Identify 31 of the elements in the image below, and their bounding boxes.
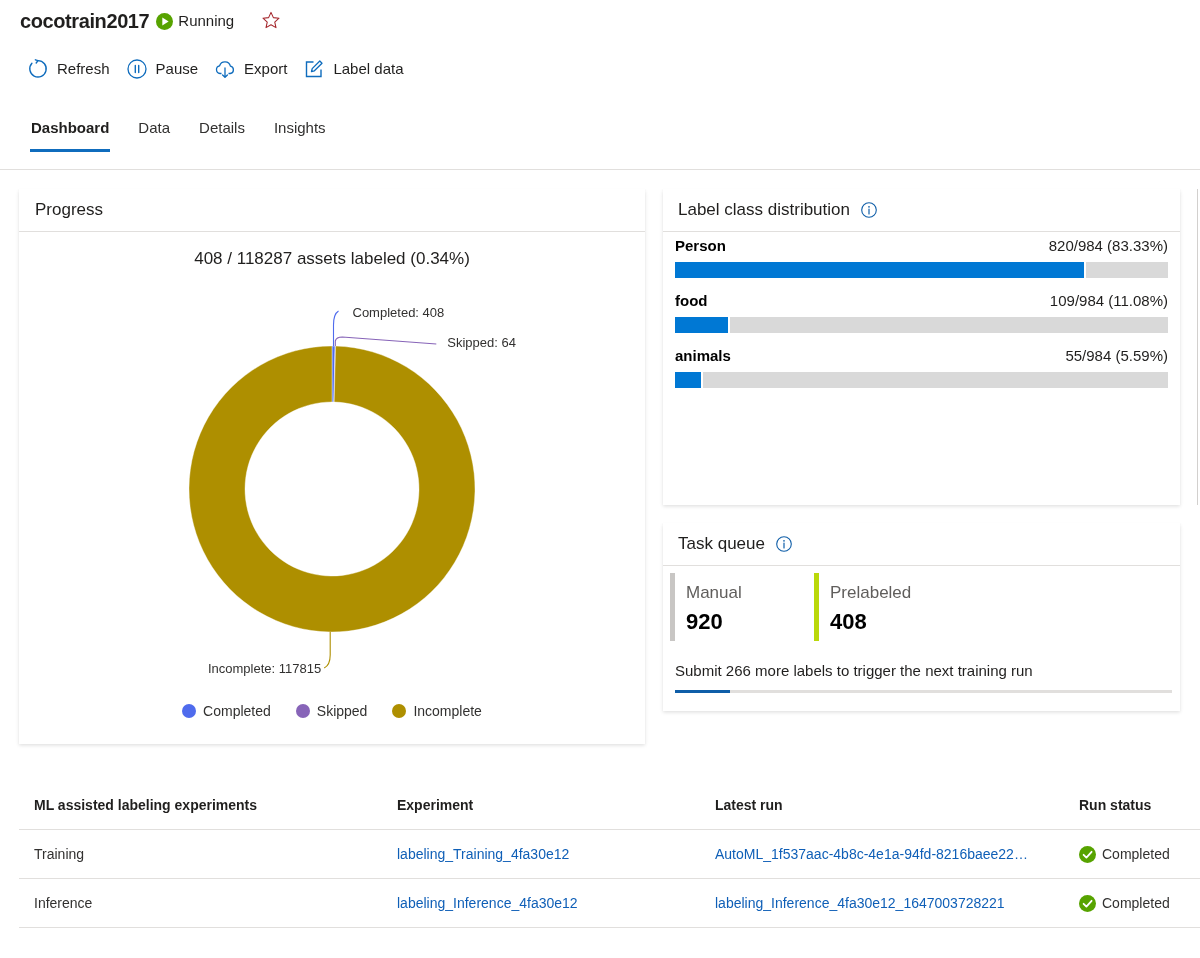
data-label: Completed: 408 bbox=[352, 305, 445, 321]
card-title: Progress bbox=[35, 199, 104, 221]
column-header: Run status bbox=[1079, 796, 1152, 813]
class-count: 820/984 (83.33%) bbox=[1048, 235, 1168, 256]
table-cell: Inference bbox=[34, 895, 93, 911]
column-header: ML assisted labeling experiments bbox=[34, 796, 258, 813]
table-cell: Training bbox=[34, 846, 85, 862]
stat-value: 920 bbox=[686, 608, 724, 636]
page-title: cocotrain2017 bbox=[20, 9, 150, 34]
stat-label: Prelabeled bbox=[830, 582, 912, 604]
column-header: Experiment bbox=[397, 796, 474, 813]
class-count: 55/984 (5.59%) bbox=[1065, 345, 1168, 366]
stat-label: Manual bbox=[686, 582, 742, 604]
legend-label: Completed bbox=[203, 702, 271, 720]
class-name: food bbox=[675, 290, 708, 311]
legend-label: Skipped bbox=[316, 702, 368, 720]
status-text: Running bbox=[178, 10, 235, 31]
class-name: animals bbox=[675, 345, 731, 366]
data-label: Incomplete: 117815 bbox=[207, 661, 322, 677]
class-name: Person bbox=[675, 235, 726, 256]
class-count: 109/984 (11.08%) bbox=[1049, 290, 1168, 311]
legend-label: Incomplete bbox=[413, 702, 482, 720]
card-title: Task queue bbox=[678, 533, 765, 555]
status-text: Completed bbox=[1102, 844, 1170, 864]
column-header: Latest run bbox=[715, 796, 783, 813]
training-message: Submit 266 more labels to trigger the next training run bbox=[674, 661, 1034, 681]
status-text: Completed bbox=[1102, 893, 1170, 913]
data-label: Skipped: 64 bbox=[447, 335, 516, 351]
stat-value: 408 bbox=[830, 608, 868, 636]
card-title: Label class distribution bbox=[678, 199, 850, 221]
summary-text: 408 / 118287 assets labeled (0.34%) bbox=[193, 249, 471, 269]
